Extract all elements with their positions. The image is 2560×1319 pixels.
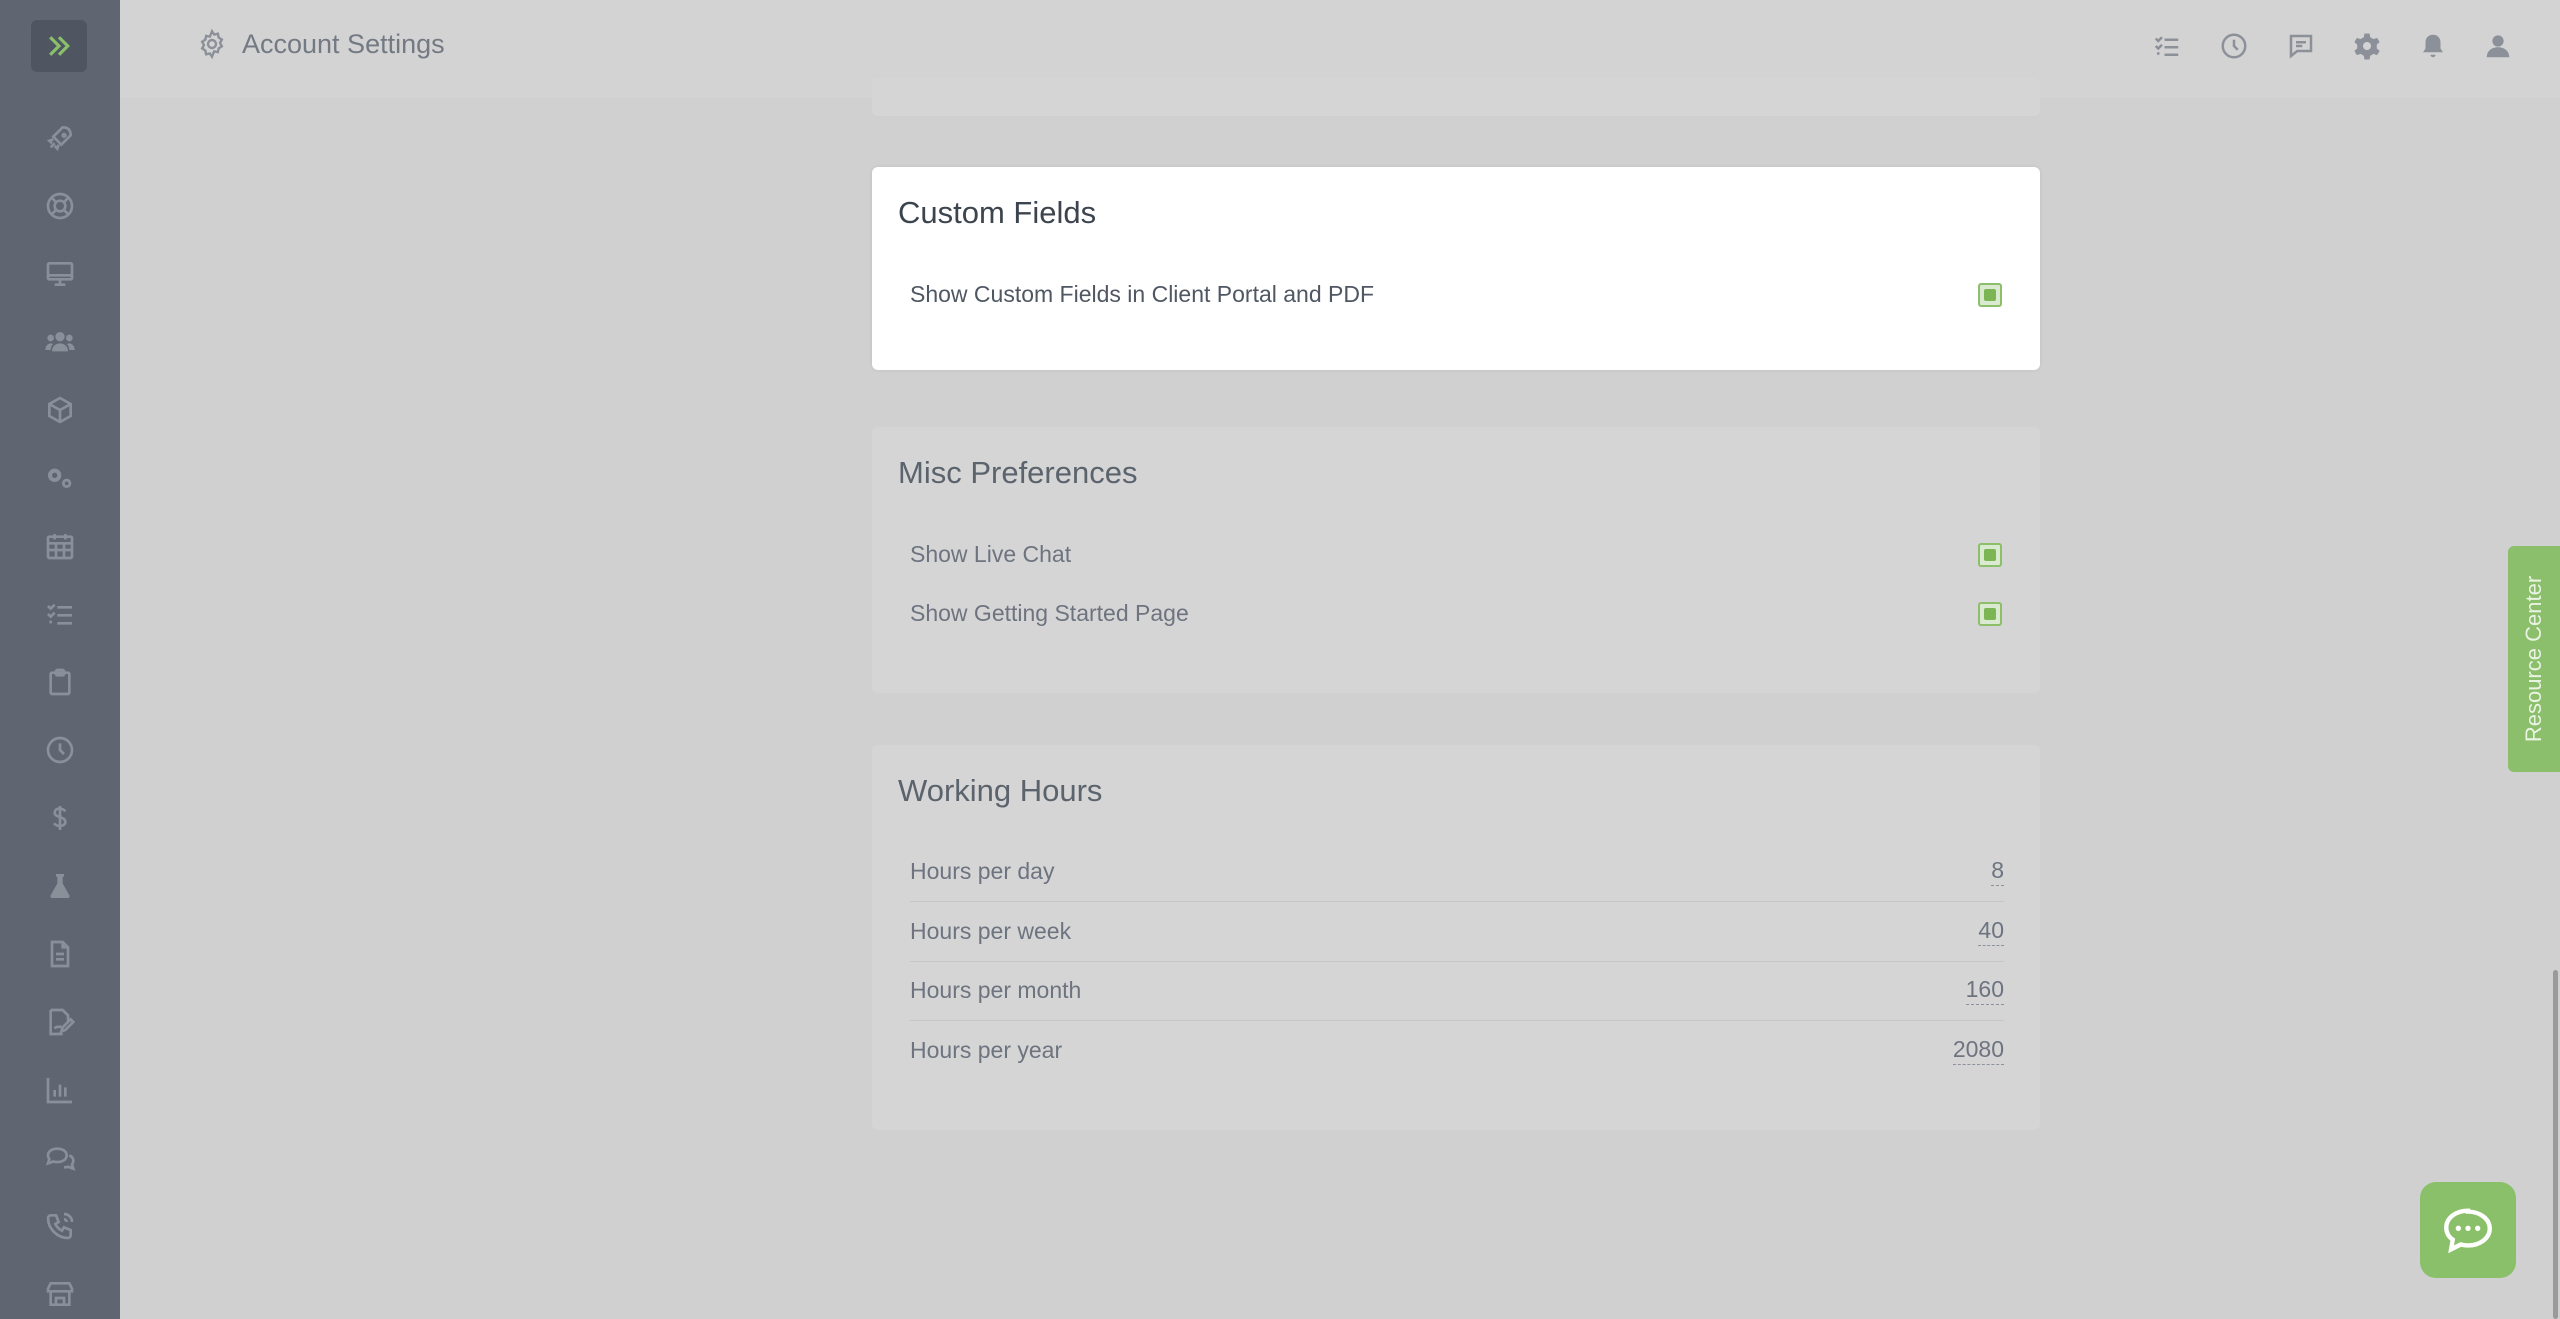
working-hours-card: Working Hours Hours per day 8 Hours per … xyxy=(872,745,2040,1130)
card-title: Misc Preferences xyxy=(898,455,1138,490)
rocket-icon[interactable] xyxy=(40,118,80,158)
chat-bubbles-icon[interactable] xyxy=(40,1138,80,1178)
previous-card-bottom xyxy=(872,78,2040,116)
bell-icon[interactable] xyxy=(2418,31,2454,67)
chat-bubble-icon xyxy=(2444,1208,2492,1254)
signature-icon[interactable] xyxy=(40,1002,80,1042)
gear-icon xyxy=(200,28,224,60)
card-title: Working Hours xyxy=(898,773,1103,808)
setting-row: Show Live Chat xyxy=(910,525,2004,584)
clock-icon[interactable] xyxy=(40,730,80,770)
double-chevron-right-icon xyxy=(49,36,70,56)
users-icon[interactable] xyxy=(40,322,80,362)
show-getting-started-checkbox[interactable] xyxy=(1978,601,2002,626)
resource-center-tab[interactable]: Resource Center xyxy=(2508,546,2560,772)
page-title: Account Settings xyxy=(196,28,445,60)
dollar-icon[interactable] xyxy=(40,798,80,838)
card-title: Custom Fields xyxy=(898,195,1097,230)
hours-row: Hours per month 160 xyxy=(910,961,2004,1021)
monitor-icon[interactable] xyxy=(40,254,80,294)
lifebuoy-icon[interactable] xyxy=(40,186,80,226)
calendar-icon[interactable] xyxy=(40,526,80,566)
gears-icon[interactable] xyxy=(40,458,80,498)
expand-sidebar-button[interactable] xyxy=(31,20,87,72)
hours-row: Hours per year 2080 xyxy=(910,1021,2004,1080)
page-title-text: Account Settings xyxy=(242,28,445,59)
hours-row: Hours per week 40 xyxy=(910,902,2004,962)
live-chat-button[interactable] xyxy=(2420,1182,2516,1278)
bar-chart-icon[interactable] xyxy=(40,1070,80,1110)
hours-label: Hours per month xyxy=(910,977,1082,1003)
main-content: Custom Fields Show Custom Fields in Clie… xyxy=(120,78,2560,1319)
hours-row: Hours per day 8 xyxy=(910,842,2004,902)
phone-icon[interactable] xyxy=(40,1206,80,1246)
hours-per-day-value[interactable]: 8 xyxy=(1991,857,2004,886)
page-scrollbar[interactable] xyxy=(2553,970,2558,1319)
hours-per-week-value[interactable]: 40 xyxy=(1978,917,2004,946)
show-live-chat-checkbox[interactable] xyxy=(1978,542,2002,567)
setting-row: Show Custom Fields in Client Portal and … xyxy=(910,265,2004,324)
hours-label: Hours per year xyxy=(910,1037,1063,1063)
document-icon[interactable] xyxy=(40,934,80,974)
hours-label: Hours per week xyxy=(910,918,1072,944)
box-icon[interactable] xyxy=(40,390,80,430)
task-list-icon[interactable] xyxy=(40,594,80,634)
message-icon[interactable] xyxy=(2286,31,2322,67)
sidebar xyxy=(0,0,120,1319)
hours-label: Hours per day xyxy=(910,858,1055,884)
settings-gear-icon[interactable] xyxy=(2352,31,2388,67)
setting-label: Show Custom Fields in Client Portal and … xyxy=(910,281,1375,307)
setting-row: Show Getting Started Page xyxy=(910,584,2004,643)
clipboard-icon[interactable] xyxy=(40,662,80,702)
hours-per-month-value[interactable]: 160 xyxy=(1965,976,2004,1005)
task-list-icon[interactable] xyxy=(2152,31,2188,67)
flask-icon[interactable] xyxy=(40,866,80,906)
show-custom-fields-checkbox[interactable] xyxy=(1978,282,2002,307)
misc-preferences-card: Misc Preferences Show Live Chat Show Get… xyxy=(872,427,2040,693)
store-icon[interactable] xyxy=(40,1274,80,1314)
hours-per-year-value[interactable]: 2080 xyxy=(1952,1036,2004,1065)
user-icon[interactable] xyxy=(2483,31,2519,67)
time-tracker-clock-icon[interactable] xyxy=(2219,31,2255,67)
setting-label: Show Live Chat xyxy=(910,541,1072,567)
resource-center-label: Resource Center xyxy=(2521,575,2546,743)
setting-label: Show Getting Started Page xyxy=(910,600,1189,626)
custom-fields-card: Custom Fields Show Custom Fields in Clie… xyxy=(872,167,2040,370)
